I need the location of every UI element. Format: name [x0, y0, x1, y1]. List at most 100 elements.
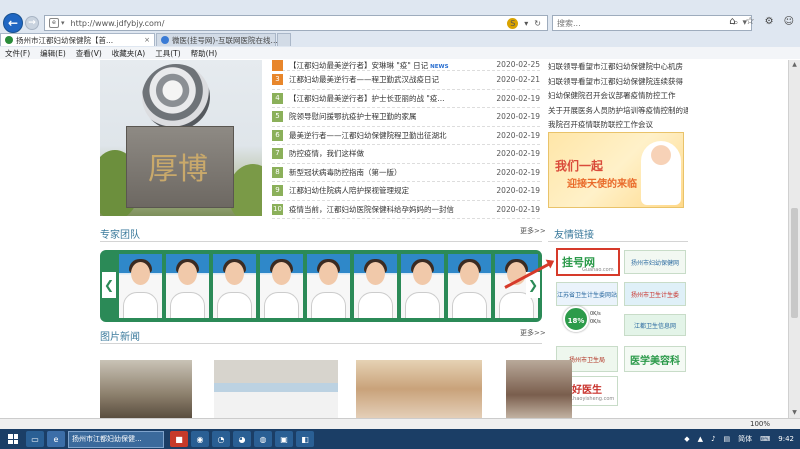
news-title[interactable]: 疫情当前，江都妇幼医院保健科给孕妈妈的一封信: [289, 204, 480, 215]
right-link[interactable]: 妇联领导看望市江都妇幼保健院连续获得: [548, 75, 688, 90]
right-link[interactable]: 我院召开疫情联防联控工作会议: [548, 118, 688, 133]
input-language[interactable]: 简体: [738, 434, 752, 444]
clock[interactable]: 9:42: [778, 435, 794, 443]
guahao-link[interactable]: 挂号网 Guahao.com: [556, 248, 620, 276]
chrome-icon[interactable]: ◉: [191, 431, 209, 447]
file-explorer-icon[interactable]: ▭: [26, 431, 44, 447]
jiangsu-health-link[interactable]: 江苏省卫生计生委网站: [556, 282, 618, 306]
home-icon[interactable]: ⌂: [729, 16, 735, 27]
news-title[interactable]: 江都妇幼最美逆行者——程卫勤武汉战疫日记: [289, 74, 480, 85]
start-button[interactable]: [0, 429, 26, 449]
maternity-banner[interactable]: 我们一起 迎接天使的来临: [548, 132, 684, 208]
back-button[interactable]: ←: [3, 13, 23, 33]
portrait-coat: [405, 292, 440, 318]
url-text[interactable]: http://www.jdfybjy.com/: [71, 19, 508, 28]
list-item[interactable]: 10 疫情当前，江都妇幼医院保健科给孕妈妈的一封信 2020-02-19: [272, 201, 540, 219]
favorites-star-icon[interactable]: ☆: [746, 16, 755, 27]
menu-view[interactable]: 查看(V): [76, 48, 102, 59]
carousel-prev-button[interactable]: ❮: [102, 272, 116, 298]
taskbar-ie-window[interactable]: 扬州市江都妇幼保健...: [68, 430, 164, 448]
expert-photo[interactable]: [119, 254, 162, 318]
app-icon[interactable]: ▣: [275, 431, 293, 447]
volume-icon[interactable]: ♪: [711, 435, 715, 443]
news-title[interactable]: 【江都妇幼最美逆行者】护士长亚丽的战 "疫...: [289, 93, 480, 104]
jiangdu-health-link[interactable]: 江都卫生信息网: [624, 314, 686, 336]
news-photo-4[interactable]: [506, 360, 572, 418]
address-bar[interactable]: e ▾ http://www.jdfybjy.com/ S ▾ ↻: [44, 15, 548, 31]
news-title[interactable]: 院领导慰问援鄂抗疫护士程卫勤的家属: [289, 111, 480, 122]
forward-button[interactable]: →: [25, 16, 39, 30]
news-title-text[interactable]: 【江都妇幼最美逆行者】安琳琳 "疫" 日记: [289, 61, 428, 70]
news-title[interactable]: 江都妇幼住院病人陪护探视管理规定: [289, 185, 480, 196]
news-title[interactable]: 新型冠状病毒防控指南（第一版）: [289, 167, 480, 178]
menu-tools[interactable]: 工具(T): [155, 48, 180, 59]
list-item[interactable]: 6 最美逆行者——江都妇幼保健院程卫勤出征湖北 2020-02-19: [272, 127, 540, 145]
tab-favicon: [5, 36, 13, 44]
close-tab-icon[interactable]: ×: [144, 36, 150, 44]
hero-sculpture-image[interactable]: 厚博: [100, 60, 262, 216]
yangzhou-health-link[interactable]: 扬州市卫生计生委: [624, 282, 686, 306]
scroll-thumb[interactable]: [791, 208, 798, 318]
expert-photo[interactable]: [166, 254, 209, 318]
wechat-icon[interactable]: ◕: [233, 431, 251, 447]
search-box[interactable]: ⌕ ▾: [552, 15, 752, 31]
compatibility-icon[interactable]: S: [507, 17, 519, 29]
ie-pinned-icon[interactable]: e: [47, 431, 65, 447]
pic-news-more-link[interactable]: 更多>>: [520, 328, 546, 338]
news-title[interactable]: 最美逆行者——江都妇幼保健院程卫勤出征湖北: [289, 130, 480, 141]
address-dropdown-icon[interactable]: ▾: [524, 19, 528, 28]
list-item[interactable]: 4 【江都妇幼最美逆行者】护士长亚丽的战 "疫... 2020-02-19: [272, 90, 540, 108]
network-speed-widget[interactable]: 18%: [563, 306, 589, 332]
tray-arrow-icon[interactable]: ▲: [698, 435, 703, 443]
vertical-scrollbar[interactable]: ▲ ▼: [788, 60, 800, 418]
shield-icon[interactable]: ◆: [684, 435, 689, 443]
list-item[interactable]: 【江都妇幼最美逆行者】安琳琳 "疫" 日记 NEWS 2020-02-25: [272, 60, 540, 71]
list-item[interactable]: 9 江都妇幼住院病人陪护探视管理规定 2020-02-19: [272, 182, 540, 201]
keyboard-icon[interactable]: ⌨: [760, 435, 770, 443]
right-link[interactable]: 关于开展医务人员防护培训等疫情控制的通知: [548, 104, 688, 119]
news-photo-1[interactable]: [100, 360, 192, 418]
expert-photo[interactable]: [448, 254, 491, 318]
list-item[interactable]: 3 江都妇幼最美逆行者——程卫勤武汉战疫日记 2020-02-21: [272, 71, 540, 90]
scroll-down-icon[interactable]: ▼: [789, 408, 800, 418]
tab-jiangdu[interactable]: 扬州市江都妇幼保健院【首... ×: [0, 33, 155, 46]
right-link[interactable]: 妇联领导看望市江都妇幼保健院中心机房: [548, 60, 688, 75]
network-icon[interactable]: ▤: [724, 435, 731, 443]
refresh-icon[interactable]: ↻: [534, 19, 541, 28]
search-input[interactable]: [557, 18, 734, 28]
menu-edit[interactable]: 编辑(E): [40, 48, 66, 59]
feedback-icon[interactable]: ☺: [784, 16, 794, 27]
experts-more-link[interactable]: 更多>>: [520, 226, 546, 236]
app-icon[interactable]: ◧: [296, 431, 314, 447]
menu-help[interactable]: 帮助(H): [191, 48, 218, 59]
yangzhou-fuyou-link[interactable]: 扬州市妇幼保健网: [624, 250, 686, 274]
menu-file[interactable]: 文件(F): [5, 48, 30, 59]
app-red-icon[interactable]: ■: [170, 431, 188, 447]
list-item[interactable]: 5 院领导慰问援鄂抗疫护士程卫勤的家属 2020-02-19: [272, 108, 540, 127]
yixue-meirong-link[interactable]: 医学美容科: [624, 346, 686, 372]
zoom-level[interactable]: 100%: [750, 420, 770, 428]
banner-line1: 我们一起: [555, 159, 604, 173]
new-tab-button[interactable]: [277, 33, 291, 46]
scroll-up-icon[interactable]: ▲: [789, 60, 800, 70]
news-photo-3[interactable]: [356, 360, 482, 418]
expert-photo[interactable]: [354, 254, 397, 318]
qq-icon[interactable]: ◔: [212, 431, 230, 447]
expert-photo[interactable]: [307, 254, 350, 318]
list-item[interactable]: 8 新型冠状病毒防控指南（第一版） 2020-02-19: [272, 164, 540, 182]
settings-gear-icon[interactable]: ⚙: [765, 16, 774, 27]
menu-favorites[interactable]: 收藏夹(A): [112, 48, 145, 59]
tab-favicon: [161, 36, 169, 44]
dropdown-arrow-icon[interactable]: ▾: [61, 19, 65, 27]
expert-photo[interactable]: [401, 254, 444, 318]
list-item[interactable]: 7 防控疫情，我们这样做 2020-02-19: [272, 145, 540, 164]
tab-guahao[interactable]: 微医(挂号网)-互联网医院在线...: [156, 33, 278, 46]
browser-360-icon[interactable]: ◍: [254, 431, 272, 447]
news-title[interactable]: 【江都妇幼最美逆行者】安琳琳 "疫" 日记 NEWS: [289, 60, 480, 71]
expert-photo[interactable]: [260, 254, 303, 318]
news-photo-2[interactable]: [214, 360, 338, 418]
right-link[interactable]: 妇幼保健院召开会议部署疫情防控工作: [548, 89, 688, 104]
news-title[interactable]: 防控疫情，我们这样做: [289, 148, 480, 159]
expert-photo[interactable]: [213, 254, 256, 318]
divider: [100, 343, 542, 344]
